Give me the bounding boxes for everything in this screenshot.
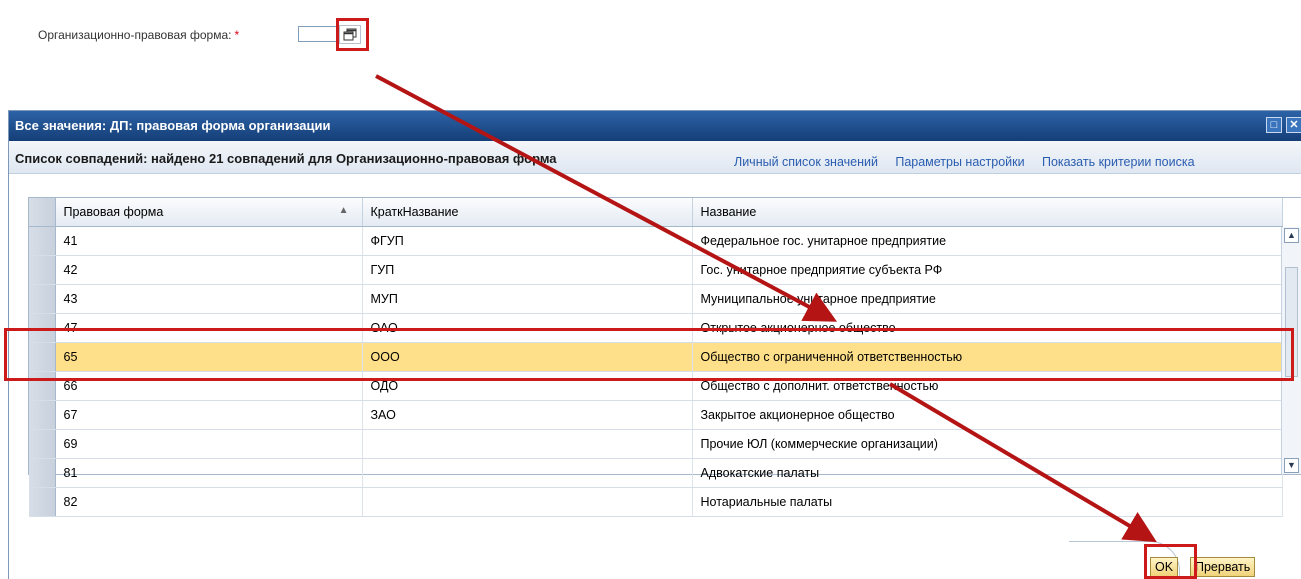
cell-name: Прочие ЮЛ (коммерческие организации)	[692, 429, 1283, 459]
cell-name: Открытое акционерное общество	[692, 313, 1283, 343]
cell-name: Общество с ограниченной ответственностью	[692, 342, 1283, 372]
table-row[interactable]: 67 ЗАО Закрытое акционерное общество	[29, 400, 1283, 430]
cell-code: 41	[55, 226, 363, 256]
table-row[interactable]: 47 ОАО Открытое акционерное общество	[29, 313, 1283, 343]
value-help-button[interactable]	[339, 25, 361, 44]
required-mark: *	[234, 28, 240, 42]
cell-code: 82	[55, 487, 363, 517]
column-header-short-name[interactable]: КраткНазвание	[362, 198, 693, 227]
row-selector[interactable]	[29, 226, 56, 256]
cell-short-name	[362, 458, 693, 488]
table-row[interactable]: 69 Прочие ЮЛ (коммерческие организации)	[29, 429, 1283, 459]
row-selector[interactable]	[29, 284, 56, 314]
select-all-cell[interactable]	[29, 198, 56, 227]
column-header-name[interactable]: Название	[692, 198, 1283, 227]
cell-name: Закрытое акционерное общество	[692, 400, 1283, 430]
row-selector[interactable]	[29, 487, 56, 517]
cell-code: 81	[55, 458, 363, 488]
table-header-row: Правовая форма ▲ КраткНазвание Название	[29, 198, 1283, 227]
match-list-title: Список совпадений: найдено 21 совпадений…	[15, 151, 557, 166]
results-table: Правовая форма ▲ КраткНазвание Название 4…	[28, 197, 1301, 517]
value-help-icon	[343, 28, 357, 41]
cancel-button[interactable]: Прервать	[1190, 557, 1256, 577]
close-button[interactable]: ✕	[1286, 117, 1301, 133]
sort-icon[interactable]: ▲	[339, 205, 349, 216]
cell-name: Федеральное гос. унитарное предприятие	[692, 226, 1283, 256]
close-icon: ✕	[1289, 119, 1299, 131]
cell-name: Общество с дополнит. ответственностью	[692, 371, 1283, 401]
maximize-icon: □	[1270, 119, 1278, 131]
cell-short-name: ОДО	[362, 371, 693, 401]
table-row[interactable]: 43 МУП Муниципальное унитарное предприятие	[29, 284, 1283, 314]
cell-code: 67	[55, 400, 363, 430]
row-selector[interactable]	[29, 313, 56, 343]
cell-short-name: ГУП	[362, 255, 693, 285]
dialog-title-bar: Все значения: ДП: правовая форма организ…	[9, 111, 1301, 141]
cell-short-name: ОАО	[362, 313, 693, 343]
row-selector[interactable]	[29, 400, 56, 430]
table-row[interactable]: 41 ФГУП Федеральное гос. унитарное предпри…	[29, 226, 1283, 256]
cell-name: Муниципальное унитарное предприятие	[692, 284, 1283, 314]
row-selector[interactable]	[29, 429, 56, 459]
vertical-scrollbar[interactable]: ▲ ▼	[1281, 227, 1301, 474]
settings-link[interactable]: Параметры настройки	[895, 155, 1024, 169]
scrollbar-thumb[interactable]	[1285, 267, 1298, 377]
cell-short-name	[362, 429, 693, 459]
cell-short-name	[362, 487, 693, 517]
show-search-criteria-link[interactable]: Показать критерии поиска	[1042, 155, 1195, 169]
table-row[interactable]: 66 ОДО Общество с дополнит. ответственност…	[29, 371, 1283, 401]
cell-name: Гос. унитарное предприятие субъекта РФ	[692, 255, 1283, 285]
legal-form-input[interactable]	[298, 26, 338, 42]
table-row-selected[interactable]: 65 ООО Общество с ограниченной ответственн…	[29, 342, 1283, 372]
row-selector[interactable]	[29, 342, 56, 372]
dialog-title: Все значения: ДП: правовая форма организ…	[15, 118, 331, 133]
cell-code: 43	[55, 284, 363, 314]
row-selector[interactable]	[29, 371, 56, 401]
personal-value-list-link[interactable]: Личный список значений	[734, 155, 878, 169]
value-help-dialog: Все значения: ДП: правовая форма организ…	[8, 110, 1301, 579]
cell-code: 47	[55, 313, 363, 343]
legal-form-label: Организационно-правовая форма: *	[38, 28, 240, 42]
dialog-toolbar: Список совпадений: найдено 21 совпадений…	[9, 141, 1301, 174]
cell-code: 65	[55, 342, 363, 372]
cell-short-name: ООО	[362, 342, 693, 372]
scroll-down-icon[interactable]: ▼	[1284, 458, 1299, 473]
cell-code: 66	[55, 371, 363, 401]
table-row[interactable]: 82 Нотариальные палаты	[29, 487, 1283, 517]
cell-name: Адвокатские палаты	[692, 458, 1283, 488]
maximize-button[interactable]: □	[1266, 117, 1282, 133]
row-selector[interactable]	[29, 458, 56, 488]
row-selector[interactable]	[29, 255, 56, 285]
cell-name: Нотариальные палаты	[692, 487, 1283, 517]
cell-short-name: МУП	[362, 284, 693, 314]
table-row[interactable]: 42 ГУП Гос. унитарное предприятие субъекта…	[29, 255, 1283, 285]
ok-button[interactable]: OK	[1150, 557, 1179, 577]
cell-code: 69	[55, 429, 363, 459]
cell-short-name: ЗАО	[362, 400, 693, 430]
scroll-up-icon[interactable]: ▲	[1284, 228, 1299, 243]
table-row[interactable]: 81 Адвокатские палаты	[29, 458, 1283, 488]
cell-code: 42	[55, 255, 363, 285]
column-header-legal-form[interactable]: Правовая форма ▲	[55, 198, 363, 227]
cell-short-name: ФГУП	[362, 226, 693, 256]
toolbar-links: Личный список значений Параметры настрой…	[734, 155, 1209, 169]
